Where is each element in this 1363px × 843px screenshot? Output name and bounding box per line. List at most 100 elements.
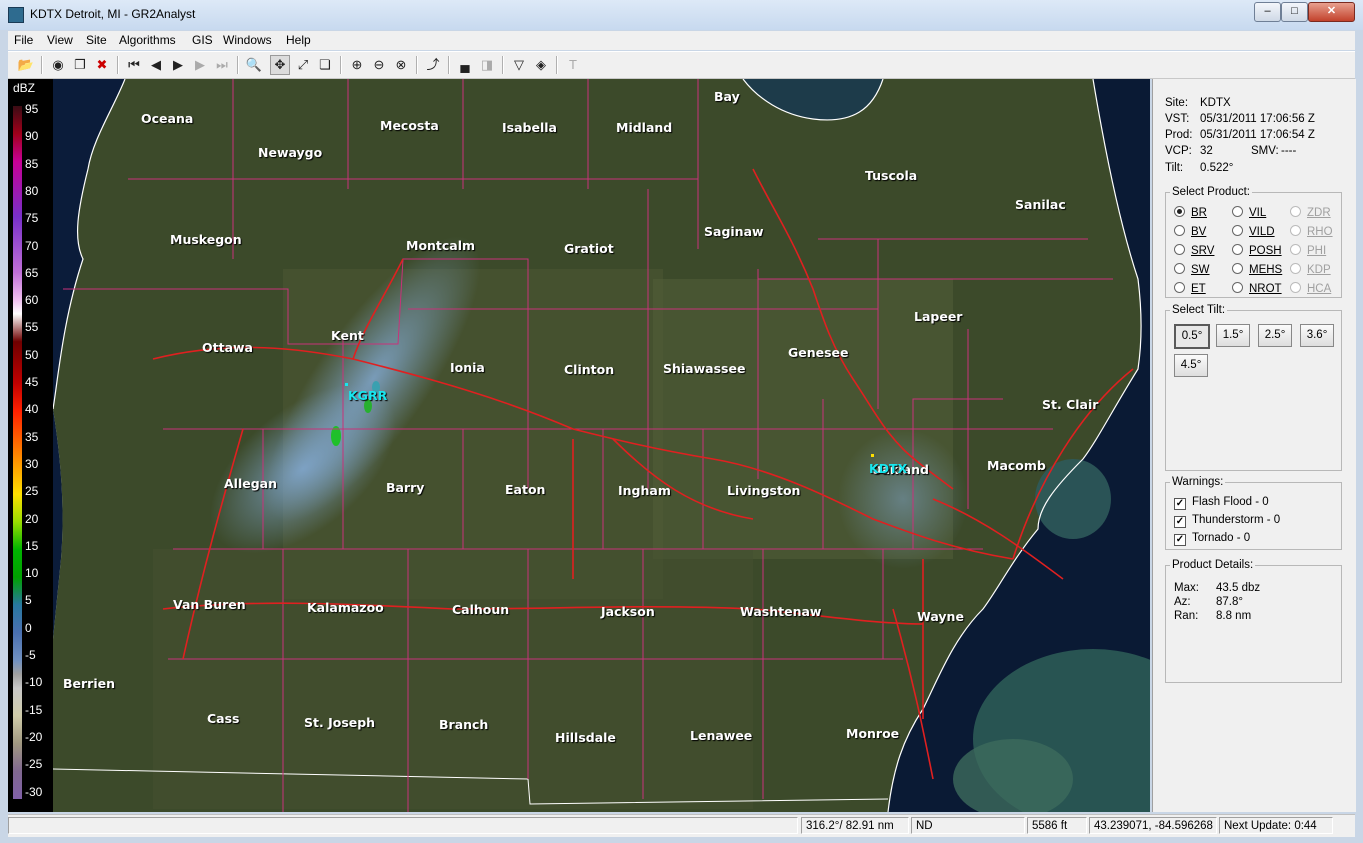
warning-checkbox[interactable]: ✓ Thunderstorm - 0 (1174, 514, 1280, 528)
county-label: Lenawee (690, 728, 753, 743)
status-height: 5586 ft (1027, 817, 1087, 834)
radar-site-label[interactable]: KGRR (348, 388, 387, 403)
product-option[interactable]: PHI (1290, 244, 1326, 257)
product-option[interactable]: RHO (1290, 225, 1333, 238)
warning-checkbox[interactable]: ✓ Flash Flood - 0 (1174, 496, 1269, 510)
last-frame-icon[interactable]: ⏭ (212, 55, 232, 75)
filter-icon[interactable]: ▽ (509, 55, 529, 75)
radio-icon (1290, 263, 1301, 274)
product-option[interactable]: VILD (1232, 225, 1275, 238)
vst-value: 05/31/2011 17:06:56 Z (1200, 113, 1315, 125)
product-option-label: BV (1191, 226, 1207, 238)
product-option[interactable]: POSH (1232, 244, 1282, 257)
previous-frame-icon[interactable]: ◀ (146, 55, 166, 75)
pan-icon[interactable]: ✥ (270, 55, 290, 75)
county-label: Bay (714, 89, 740, 104)
legend-tick-label: 0 (25, 620, 32, 635)
warning-checkbox[interactable]: ✓ Tornado - 0 (1174, 532, 1250, 546)
smv-value: ---- (1281, 145, 1297, 157)
county-label: St. Joseph (304, 715, 376, 730)
reflectivity-legend: dBZ 95 90 85 80 75 70 65 60 55 50 45 40 35 30 25 20 15 10… (8, 79, 53, 812)
legend-tick-label: 80 (25, 183, 39, 198)
radio-icon (1232, 244, 1243, 255)
radio-icon (1232, 263, 1243, 274)
ran-label: Ran: (1174, 610, 1199, 622)
tilt-button[interactable]: 0.5° (1174, 324, 1210, 349)
tilt-button[interactable]: 1.5° (1216, 324, 1250, 347)
product-option[interactable]: SRV (1174, 244, 1214, 257)
product-option[interactable]: ET (1174, 282, 1206, 295)
record-icon[interactable]: ◉ (48, 55, 68, 75)
legend-tick-label: -30 (25, 784, 43, 799)
text-icon[interactable]: T (563, 55, 583, 75)
warnings-title: Warnings: (1172, 476, 1224, 488)
menu-algorithms[interactable]: Algorithms (119, 33, 176, 47)
status-coordinates: 43.239071, -84.596268 (1089, 817, 1217, 834)
placefile-icon[interactable]: ◈ (531, 55, 551, 75)
product-option[interactable]: NROT (1232, 282, 1282, 295)
tilt-button[interactable]: 2.5° (1258, 324, 1292, 347)
maximize-button[interactable]: □ (1281, 2, 1308, 22)
window-title: KDTX Detroit, MI - GR2Analyst (30, 7, 196, 21)
county-label: Isabella (502, 120, 557, 135)
open-folder-icon[interactable]: 📂 (16, 55, 36, 75)
product-option[interactable]: KDP (1290, 263, 1331, 276)
zoom-out-icon[interactable]: ⊖ (369, 55, 389, 75)
legend-tick-label: 5 (25, 593, 32, 608)
menu-site[interactable]: Site (86, 33, 107, 47)
close-button[interactable]: ✕ (1308, 2, 1355, 22)
app-icon (8, 7, 24, 23)
tilt-button[interactable]: 4.5° (1174, 354, 1208, 377)
radar-site-label[interactable]: KDTX (869, 461, 907, 476)
toolbar-separator (448, 56, 450, 74)
product-option[interactable]: MEHS (1232, 263, 1282, 276)
delete-icon[interactable]: ✖ (92, 55, 112, 75)
menu-help[interactable]: Help (286, 33, 311, 47)
first-frame-icon[interactable]: ⏮ (124, 55, 144, 75)
tilt-button[interactable]: 3.6° (1300, 324, 1334, 347)
max-value: 43.5 dbz (1216, 582, 1261, 594)
cross-section-icon[interactable]: ⤴ (423, 55, 443, 75)
legend-tick-label: 65 (25, 265, 39, 280)
legend-tick-label: -25 (25, 757, 43, 772)
product-option[interactable]: ZDR (1290, 206, 1331, 219)
next-frame-icon[interactable]: ▶ (190, 55, 210, 75)
menu-windows[interactable]: Windows (223, 33, 272, 47)
checkbox-icon: ✓ (1174, 516, 1186, 528)
radar-map[interactable]: Oceana Mecosta Isabella Midland Bay Newaygo Tu… (53, 79, 1150, 812)
zoom-icon[interactable]: 🔍 (244, 55, 264, 75)
ran-value: 8.8 nm (1216, 610, 1252, 622)
zoom-in-icon[interactable]: ⊕ (347, 55, 367, 75)
product-option-label: ZDR (1307, 207, 1331, 219)
menu-view[interactable]: View (47, 33, 73, 47)
play-icon[interactable]: ▶ (168, 55, 188, 75)
product-option-label: ET (1191, 283, 1206, 295)
measure-icon[interactable]: ⤢ (293, 55, 313, 75)
legend-tick-label: -20 (25, 729, 43, 744)
product-option[interactable]: BR (1174, 206, 1207, 219)
product-option-label: KDP (1307, 264, 1331, 276)
product-option[interactable]: SW (1174, 263, 1210, 276)
checkbox-icon: ✓ (1174, 498, 1186, 510)
legend-tick-label: 25 (25, 484, 39, 499)
layers-icon[interactable]: ❏ (315, 55, 335, 75)
minimize-button[interactable]: – (1254, 2, 1281, 22)
split-panel-icon[interactable]: ◨ (477, 55, 497, 75)
product-option-label: VIL (1249, 207, 1267, 219)
toolbar-separator (340, 56, 342, 74)
radio-icon (1174, 282, 1185, 293)
county-label: Midland (616, 120, 673, 135)
menu-gis[interactable]: GIS (192, 33, 213, 47)
product-option[interactable]: BV (1174, 225, 1206, 238)
legend-tick-label: 70 (25, 238, 39, 253)
product-option[interactable]: HCA (1290, 282, 1331, 295)
copy-icon[interactable]: ❐ (70, 55, 90, 75)
product-option-label: POSH (1249, 245, 1282, 257)
product-option[interactable]: VIL (1232, 206, 1266, 219)
select-product-title: Select Product: (1172, 186, 1250, 198)
product-option-label: MEHS (1249, 264, 1283, 276)
menu-file[interactable]: File (14, 33, 33, 47)
legend-tick-label: 60 (25, 293, 39, 308)
panel-icon[interactable]: ▄ (455, 55, 475, 75)
zoom-reset-icon[interactable]: ⊗ (391, 55, 411, 75)
